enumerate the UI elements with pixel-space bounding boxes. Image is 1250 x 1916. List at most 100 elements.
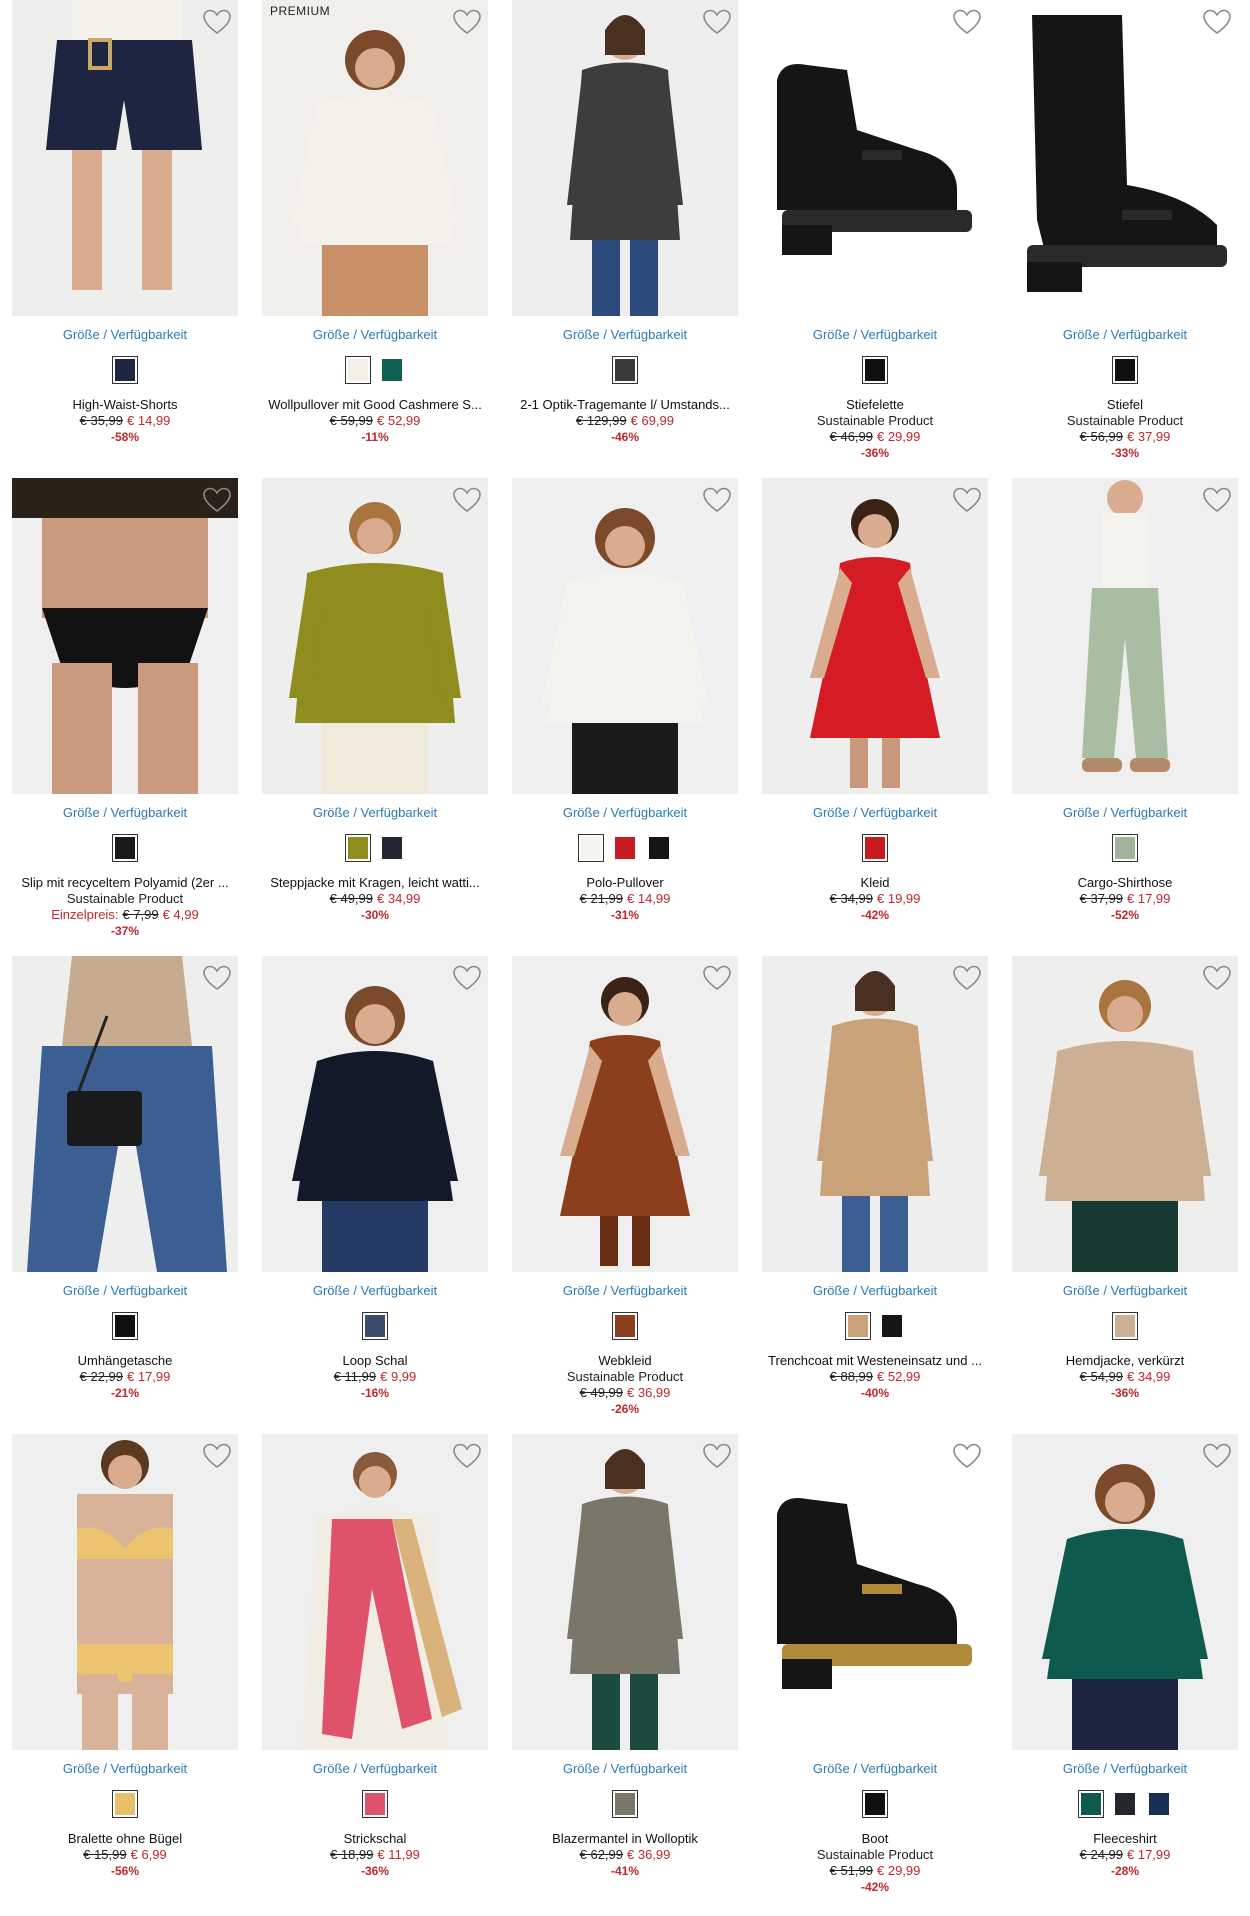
size-availability-link[interactable]: Größe / Verfügbarkeit xyxy=(0,805,250,820)
color-swatch[interactable] xyxy=(1112,1312,1138,1340)
size-availability-link[interactable]: Größe / Verfügbarkeit xyxy=(0,327,250,342)
product-image[interactable] xyxy=(512,1434,738,1750)
wishlist-heart-icon[interactable] xyxy=(1202,486,1232,514)
color-swatch[interactable] xyxy=(1078,1790,1104,1818)
product-name[interactable]: Blazermantel in Wolloptik xyxy=(506,1831,744,1846)
product-image[interactable] xyxy=(262,478,488,794)
color-swatch[interactable] xyxy=(612,1312,638,1340)
product-image[interactable] xyxy=(762,478,988,794)
product-card[interactable]: Größe / Verfügbarkeit Hemdjacke, verkürzt… xyxy=(1000,956,1250,1434)
size-availability-link[interactable]: Größe / Verfügbarkeit xyxy=(500,805,750,820)
wishlist-heart-icon[interactable] xyxy=(452,1442,482,1470)
product-name[interactable]: Loop Schal xyxy=(256,1353,494,1368)
product-name[interactable]: Hemdjacke, verkürzt xyxy=(1006,1353,1244,1368)
color-swatch[interactable] xyxy=(112,1790,138,1818)
product-name[interactable]: Umhängetasche xyxy=(6,1353,244,1368)
size-availability-link[interactable]: Größe / Verfügbarkeit xyxy=(250,805,500,820)
product-image[interactable] xyxy=(1012,956,1238,1272)
size-availability-link[interactable]: Größe / Verfügbarkeit xyxy=(500,327,750,342)
size-availability-link[interactable]: Größe / Verfügbarkeit xyxy=(250,1283,500,1298)
wishlist-heart-icon[interactable] xyxy=(452,486,482,514)
product-card[interactable]: PREMIUM Größe / Verfügbarkeit Wollpullover… xyxy=(250,0,500,478)
size-availability-link[interactable]: Größe / Verfügbarkeit xyxy=(1000,1283,1250,1298)
wishlist-heart-icon[interactable] xyxy=(452,8,482,36)
product-name[interactable]: Bralette ohne Bügel xyxy=(6,1831,244,1846)
product-image[interactable] xyxy=(262,1434,488,1750)
size-availability-link[interactable]: Größe / Verfügbarkeit xyxy=(1000,805,1250,820)
product-name[interactable]: Kleid xyxy=(756,875,994,890)
color-swatch[interactable] xyxy=(112,356,138,384)
wishlist-heart-icon[interactable] xyxy=(452,964,482,992)
size-availability-link[interactable]: Größe / Verfügbarkeit xyxy=(1000,1761,1250,1776)
size-availability-link[interactable]: Größe / Verfügbarkeit xyxy=(0,1761,250,1776)
product-name[interactable]: Stiefel xyxy=(1006,397,1244,412)
color-swatch[interactable] xyxy=(612,356,638,384)
product-card[interactable]: Größe / Verfügbarkeit Boot Sustainable Pro… xyxy=(750,1434,1000,1912)
product-name[interactable]: Polo-Pullover xyxy=(506,875,744,890)
product-name[interactable]: Trenchcoat mit Westeneinsatz und ... xyxy=(756,1353,994,1368)
size-availability-link[interactable]: Größe / Verfügbarkeit xyxy=(250,327,500,342)
size-availability-link[interactable]: Größe / Verfügbarkeit xyxy=(750,805,1000,820)
color-swatch[interactable] xyxy=(379,834,405,862)
product-name[interactable]: Webkleid xyxy=(506,1353,744,1368)
product-image[interactable] xyxy=(512,0,738,316)
product-image[interactable] xyxy=(762,956,988,1272)
product-image[interactable] xyxy=(12,0,238,316)
size-availability-link[interactable]: Größe / Verfügbarkeit xyxy=(1000,327,1250,342)
wishlist-heart-icon[interactable] xyxy=(952,8,982,36)
product-name[interactable]: Strickschal xyxy=(256,1831,494,1846)
wishlist-heart-icon[interactable] xyxy=(702,1442,732,1470)
product-image[interactable] xyxy=(762,0,988,316)
product-image[interactable] xyxy=(262,956,488,1272)
product-name[interactable]: Slip mit recyceltem Polyamid (2er ... xyxy=(6,875,244,890)
product-card[interactable]: Größe / Verfügbarkeit Kleid € 34,99 € 19,99… xyxy=(750,478,1000,956)
product-card[interactable]: Größe / Verfügbarkeit Webkleid Sustainable… xyxy=(500,956,750,1434)
wishlist-heart-icon[interactable] xyxy=(1202,8,1232,36)
size-availability-link[interactable]: Größe / Verfügbarkeit xyxy=(500,1761,750,1776)
size-availability-link[interactable]: Größe / Verfügbarkeit xyxy=(0,1283,250,1298)
product-image[interactable] xyxy=(512,956,738,1272)
wishlist-heart-icon[interactable] xyxy=(952,1442,982,1470)
wishlist-heart-icon[interactable] xyxy=(952,964,982,992)
color-swatch[interactable] xyxy=(112,1312,138,1340)
color-swatch[interactable] xyxy=(646,834,672,862)
product-card[interactable]: Größe / Verfügbarkeit Strickschal € 18,99 €… xyxy=(250,1434,500,1912)
size-availability-link[interactable]: Größe / Verfügbarkeit xyxy=(500,1283,750,1298)
product-image[interactable] xyxy=(12,956,238,1272)
product-image[interactable] xyxy=(1012,0,1238,316)
color-swatch[interactable] xyxy=(612,834,638,862)
color-swatch[interactable] xyxy=(612,1790,638,1818)
product-image[interactable] xyxy=(12,478,238,794)
product-image[interactable] xyxy=(12,1434,238,1750)
wishlist-heart-icon[interactable] xyxy=(1202,1442,1232,1470)
wishlist-heart-icon[interactable] xyxy=(202,1442,232,1470)
product-image[interactable] xyxy=(1012,1434,1238,1750)
product-card[interactable]: Größe / Verfügbarkeit Umhängetasche € 22,9… xyxy=(0,956,250,1434)
color-swatch[interactable] xyxy=(862,356,888,384)
wishlist-heart-icon[interactable] xyxy=(952,486,982,514)
wishlist-heart-icon[interactable] xyxy=(702,964,732,992)
color-swatch[interactable] xyxy=(1146,1790,1172,1818)
color-swatch[interactable] xyxy=(362,1312,388,1340)
product-name[interactable]: Stiefelette xyxy=(756,397,994,412)
product-card[interactable]: Größe / Verfügbarkeit Trenchcoat mit West… xyxy=(750,956,1000,1434)
color-swatch[interactable] xyxy=(578,834,604,862)
product-card[interactable]: Größe / Verfügbarkeit Stiefel Sustainable … xyxy=(1000,0,1250,478)
product-card[interactable]: Größe / Verfügbarkeit Slip mit recyceltem… xyxy=(0,478,250,956)
product-card[interactable]: Größe / Verfügbarkeit Fleeceshirt € 24,99 €… xyxy=(1000,1434,1250,1912)
product-image[interactable] xyxy=(1012,478,1238,794)
wishlist-heart-icon[interactable] xyxy=(1202,964,1232,992)
color-swatch[interactable] xyxy=(112,834,138,862)
product-name[interactable]: Steppjacke mit Kragen, leicht watti... xyxy=(256,875,494,890)
product-card[interactable]: Größe / Verfügbarkeit 2-1 Optik-Tragemant… xyxy=(500,0,750,478)
product-name[interactable]: High-Waist-Shorts xyxy=(6,397,244,412)
product-name[interactable]: Wollpullover mit Good Cashmere S... xyxy=(256,397,494,412)
product-image[interactable] xyxy=(512,478,738,794)
product-card[interactable]: Größe / Verfügbarkeit High-Waist-Shorts € … xyxy=(0,0,250,478)
wishlist-heart-icon[interactable] xyxy=(702,486,732,514)
size-availability-link[interactable]: Größe / Verfügbarkeit xyxy=(750,1761,1000,1776)
wishlist-heart-icon[interactable] xyxy=(202,8,232,36)
color-swatch[interactable] xyxy=(1112,834,1138,862)
product-image[interactable] xyxy=(762,1434,988,1750)
color-swatch[interactable] xyxy=(345,834,371,862)
